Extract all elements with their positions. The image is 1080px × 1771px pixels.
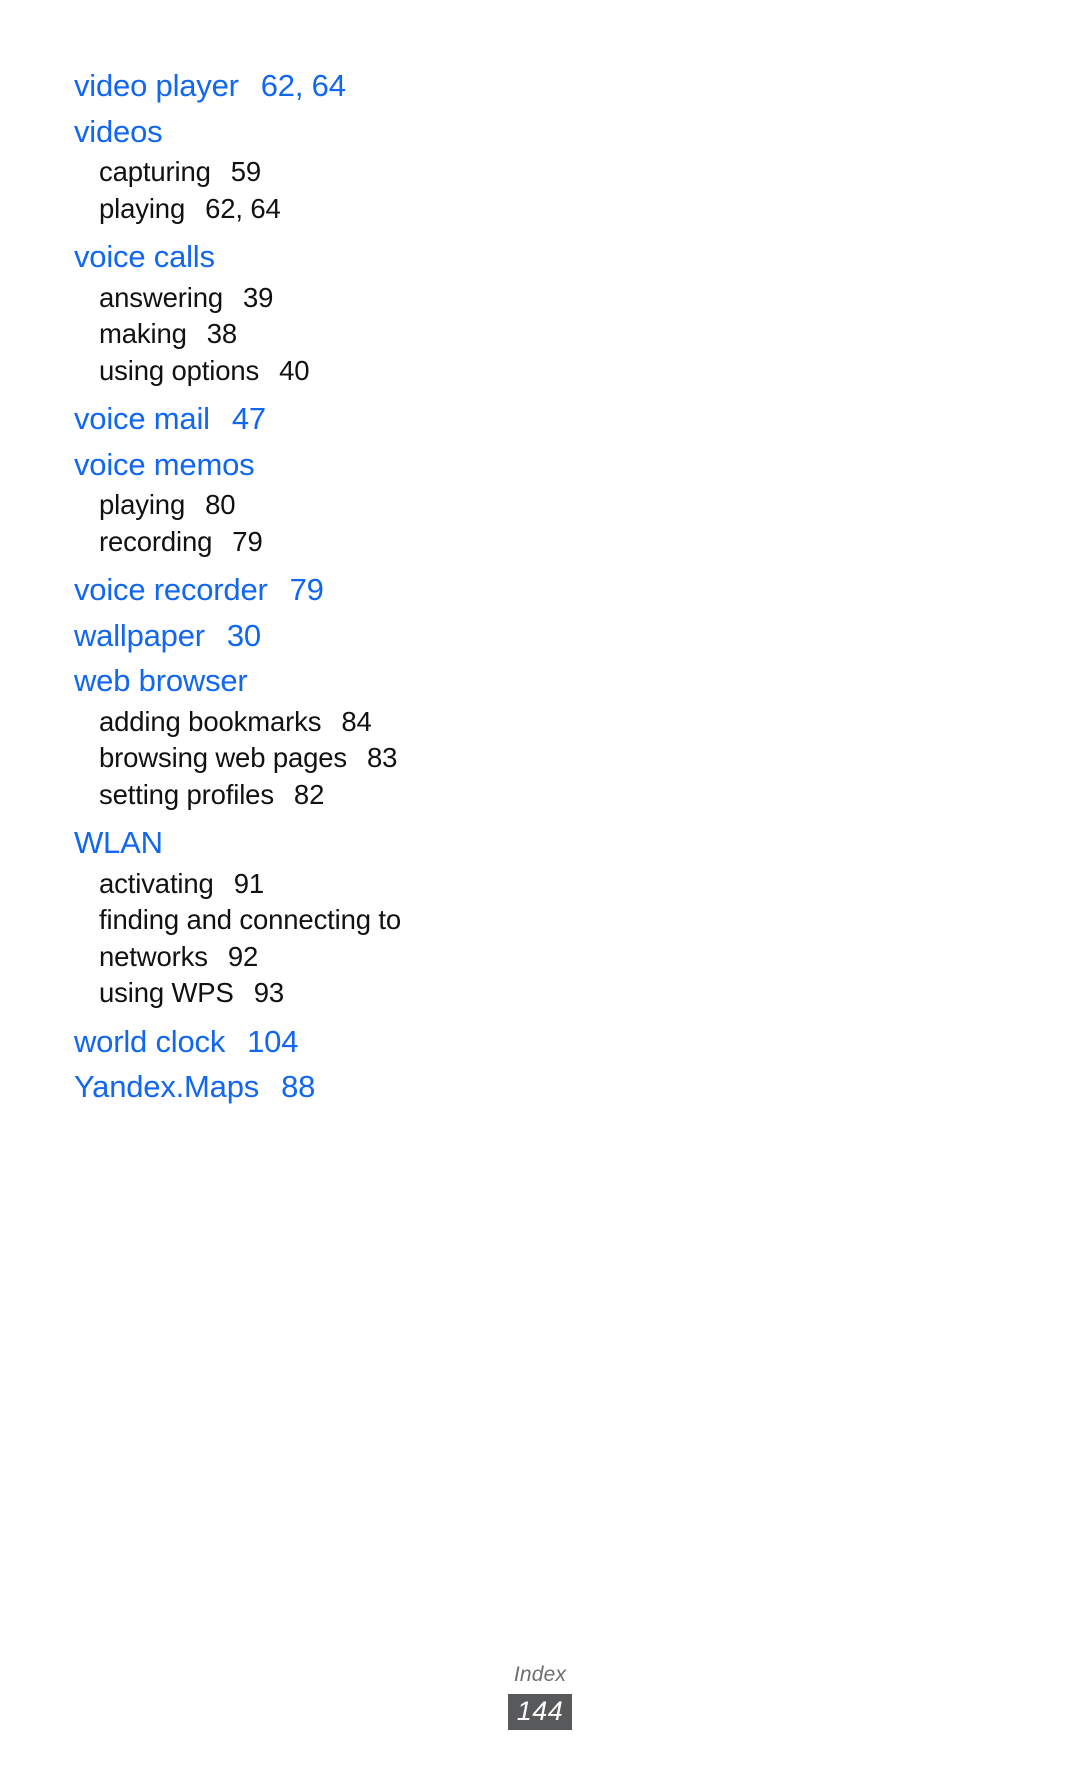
subentry-pages: 80 xyxy=(205,489,236,520)
subentry-label: using options xyxy=(99,354,260,386)
index-entry-web-browser[interactable]: web browser xyxy=(74,658,634,704)
subentry-label: adding bookmarks xyxy=(99,705,322,737)
subentry-pages: 62, 64 xyxy=(205,192,281,224)
subentry-making[interactable]: making 38 xyxy=(74,316,634,353)
subentry-pages: 40 xyxy=(279,354,310,386)
index-entry-wallpaper[interactable]: wallpaper 30 xyxy=(74,613,634,659)
subentry-label: capturing xyxy=(99,156,211,187)
subentry-playing[interactable]: playing 80 xyxy=(74,487,634,524)
index-entry-pages: 88 xyxy=(281,1069,316,1104)
index-entry-label: voice memos xyxy=(74,446,255,482)
index-entry-video-player[interactable]: video player 62, 64 xyxy=(74,63,634,109)
index-entry-yandex-maps[interactable]: Yandex.Maps 88 xyxy=(74,1064,634,1110)
subentry-label: activating xyxy=(99,867,214,899)
index-entry-label: WLAN xyxy=(74,825,163,860)
footer-page-number-badge: 144 xyxy=(507,1694,573,1730)
subentry-answering[interactable]: answering 39 xyxy=(74,280,634,317)
subentry-playing[interactable]: playing 62, 64 xyxy=(74,191,634,228)
index-entry-voice-calls[interactable]: voice calls xyxy=(74,234,634,280)
subentry-label: using WPS xyxy=(99,977,234,1008)
subentry-list-web-browser: adding bookmarks 84 browsing web pages 83 … xyxy=(74,704,634,814)
subentry-pages: 84 xyxy=(341,705,372,737)
subentry-label: making xyxy=(99,318,187,349)
index-entry-label: video player xyxy=(74,68,239,103)
index-entry-label: world clock xyxy=(74,1023,226,1059)
subentry-pages: 91 xyxy=(233,867,264,899)
subentry-label: playing xyxy=(99,192,186,224)
subentry-recording[interactable]: recording 79 xyxy=(74,524,634,561)
subentry-pages: 82 xyxy=(293,778,325,810)
index-entry-voice-recorder[interactable]: voice recorder 79 xyxy=(74,567,634,613)
subentry-pages: 79 xyxy=(232,525,263,557)
subentry-using-wps[interactable]: using WPS 93 xyxy=(74,975,634,1012)
footer-section-label: Index xyxy=(513,1663,567,1686)
index-entry-label: web browser xyxy=(74,663,248,698)
index-entry-world-clock[interactable]: world clock 104 xyxy=(74,1019,634,1065)
index-entry-pages: 62, 64 xyxy=(260,68,346,103)
index-entry-pages: 79 xyxy=(289,572,324,607)
index-page: video player 62, 64 videos capturing 59 pl… xyxy=(0,0,1080,1771)
subentry-label: setting profiles xyxy=(99,778,274,810)
index-entry-list: video player 62, 64 videos capturing 59 pl… xyxy=(74,63,634,1110)
index-entry-pages: 30 xyxy=(226,617,261,653)
subentry-finding-and-connecting-to-networks[interactable]: finding and connecting to networks 92 xyxy=(74,902,449,975)
index-entry-wlan[interactable]: WLAN xyxy=(74,820,634,866)
index-entry-pages: 47 xyxy=(231,401,266,436)
subentry-capturing[interactable]: capturing 59 xyxy=(74,154,634,191)
subentry-pages: 92 xyxy=(227,940,259,972)
subentry-pages: 39 xyxy=(243,281,274,313)
index-entry-label: videos xyxy=(74,113,163,149)
index-entry-videos[interactable]: videos xyxy=(74,109,634,155)
subentry-list-voice-memos: playing 80 recording 79 xyxy=(74,487,634,560)
subentry-adding-bookmarks[interactable]: adding bookmarks 84 xyxy=(74,704,634,741)
subentry-label: answering xyxy=(99,281,223,313)
subentry-pages: 93 xyxy=(253,977,284,1008)
index-entry-label: voice mail xyxy=(74,401,210,436)
subentry-label: playing xyxy=(99,489,186,520)
subentry-setting-profiles[interactable]: setting profiles 82 xyxy=(74,777,634,814)
subentry-browsing-web-pages[interactable]: browsing web pages 83 xyxy=(74,740,634,777)
subentry-list-videos: capturing 59 playing 62, 64 xyxy=(74,154,634,227)
index-entry-voice-memos[interactable]: voice memos xyxy=(74,442,634,488)
page-footer: Index 144 xyxy=(0,1660,1080,1730)
subentry-list-voice-calls: answering 39 making 38 using options 40 xyxy=(74,280,634,390)
subentry-pages: 38 xyxy=(206,318,238,349)
subentry-pages: 83 xyxy=(367,742,398,773)
index-entry-label: Yandex.Maps xyxy=(74,1069,260,1104)
subentry-pages: 59 xyxy=(230,156,262,187)
subentry-label: browsing web pages xyxy=(99,742,348,773)
index-entry-voice-mail[interactable]: voice mail 47 xyxy=(74,396,634,442)
subentry-list-wlan: activating 91 finding and connecting to n… xyxy=(74,866,634,1012)
index-entry-label: voice recorder xyxy=(74,572,268,607)
index-entry-label: wallpaper xyxy=(74,617,205,653)
subentry-using-options[interactable]: using options 40 xyxy=(74,353,634,390)
subentry-label: recording xyxy=(99,525,213,557)
index-entry-pages: 104 xyxy=(247,1023,299,1059)
index-entry-label: voice calls xyxy=(74,239,215,274)
subentry-activating[interactable]: activating 91 xyxy=(74,866,634,903)
